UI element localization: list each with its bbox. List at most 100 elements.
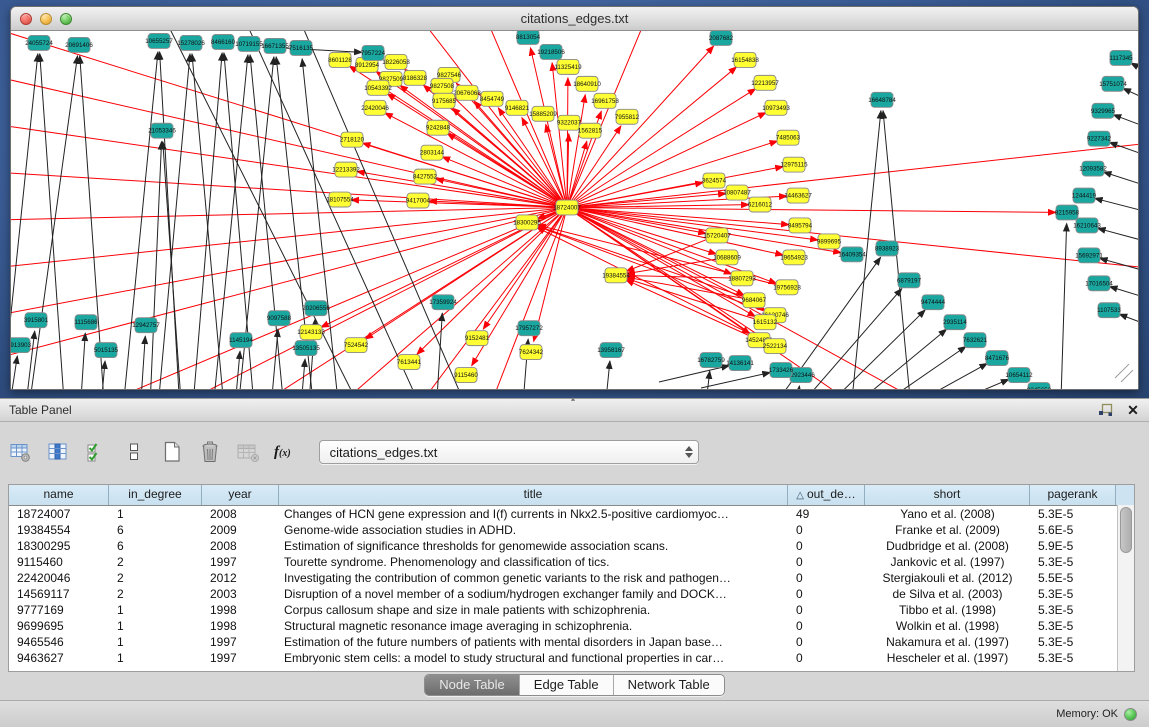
table-cell[interactable]: Nakamura et al. (1997) (865, 634, 1030, 650)
table-cell[interactable]: 2008 (202, 506, 279, 522)
graph-node[interactable]: 1145194 (229, 333, 253, 348)
delete-table-trash-icon[interactable] (198, 440, 222, 464)
table-cell[interactable]: 0 (788, 618, 865, 634)
graph-node[interactable]: 13505135 (292, 341, 320, 356)
graph-node[interactable]: 8495794 (788, 218, 813, 233)
table-cell[interactable]: 9465546 (9, 634, 109, 650)
graph-node[interactable]: 16409354 (838, 247, 866, 262)
table-row[interactable]: 969969511998Structural magnetic resonanc… (9, 618, 1134, 634)
graph-node[interactable]: 6879197 (897, 273, 922, 288)
graph-node[interactable]: 3624574 (702, 173, 727, 188)
graph-node[interactable]: 16210643 (1073, 218, 1101, 233)
table-cell[interactable]: 18724007 (9, 506, 109, 522)
table-cell[interactable]: Changes of HCN gene expression and I(f) … (279, 506, 788, 522)
graph-node[interactable]: 8813054 (516, 31, 541, 44)
network-canvas[interactable]: 1872400719384554183002958601128891295418… (11, 31, 1138, 389)
table-row[interactable]: 1938455462009Genome-wide association stu… (9, 522, 1134, 538)
graph-node[interactable]: 10543392 (364, 80, 392, 95)
table-cell[interactable]: 1 (109, 650, 202, 666)
graph-node[interactable]: 8938923 (875, 241, 900, 256)
graph-node[interactable]: 10654112 (1005, 368, 1033, 383)
graph-node[interactable]: 20691406 (65, 37, 93, 52)
table-cell[interactable]: 1997 (202, 634, 279, 650)
scrollbar-thumb[interactable] (1120, 507, 1132, 553)
graph-node[interactable]: 1913903 (11, 338, 32, 353)
graph-node[interactable]: 9115460 (454, 368, 478, 383)
graph-node[interactable]: 7524542 (344, 338, 369, 353)
column-header-title[interactable]: title (279, 485, 788, 505)
graph-node[interactable]: 7957224 (361, 45, 386, 60)
graph-node[interactable]: 9329965 (1091, 103, 1116, 118)
float-panel-icon[interactable] (1097, 402, 1113, 418)
table-row[interactable]: 1872400712008Changes of HCN gene express… (9, 506, 1134, 522)
graph-node[interactable]: 7485063 (776, 130, 801, 145)
graph-node[interactable]: 9827508 (430, 78, 455, 93)
graph-node[interactable]: 8466160 (211, 34, 236, 49)
table-cell[interactable]: 0 (788, 586, 865, 602)
graph-node[interactable]: 18724007 (553, 200, 581, 215)
table-cell[interactable]: 0 (788, 634, 865, 650)
graph-node[interactable]: 17359924 (429, 295, 457, 310)
function-builder-icon[interactable]: f(x) (274, 444, 291, 461)
table-cell[interactable]: 0 (788, 570, 865, 586)
graph-node[interactable]: 8215958 (1055, 205, 1080, 220)
table-cell[interactable]: 2 (109, 570, 202, 586)
panel-splitter-handle[interactable]: ▴ (567, 396, 579, 401)
graph-node[interactable]: 14136141 (726, 356, 754, 371)
table-cell[interactable]: 9777169 (9, 602, 109, 618)
table-cell[interactable]: 5.3E-5 (1030, 554, 1116, 570)
graph-node[interactable]: 18107554 (326, 192, 354, 207)
graph-node[interactable]: 10719155 (235, 36, 263, 51)
graph-node[interactable]: 12942757 (132, 318, 160, 333)
table-cell[interactable]: 2012 (202, 570, 279, 586)
table-cell[interactable]: 2008 (202, 538, 279, 554)
table-cell[interactable]: 5.9E-5 (1030, 538, 1116, 554)
graph-node[interactable]: 12213957 (751, 75, 779, 90)
table-cell[interactable]: 2003 (202, 586, 279, 602)
graph-node[interactable]: 16961758 (591, 93, 619, 108)
table-cell[interactable]: 0 (788, 554, 865, 570)
table-cell[interactable]: 14569117 (9, 586, 109, 602)
new-table-icon[interactable] (160, 440, 184, 464)
graph-node[interactable]: 10655257 (145, 33, 173, 48)
graph-node[interactable]: 7624342 (519, 345, 544, 360)
graph-node[interactable]: 8454749 (480, 91, 505, 106)
table-cell[interactable]: 5.3E-5 (1030, 634, 1116, 650)
column-header-in_degree[interactable]: in_degree (109, 485, 202, 505)
row-height-icon[interactable] (122, 440, 146, 464)
table-row[interactable]: 911546021997Tourette syndrome. Phenomeno… (9, 554, 1134, 570)
graph-node[interactable]: 15751074 (1099, 76, 1127, 91)
table-cell[interactable]: 2009 (202, 522, 279, 538)
table-cell[interactable]: Disruption of a novel member of a sodium… (279, 586, 788, 602)
table-row[interactable]: 1456911722003Disruption of a novel membe… (9, 586, 1134, 602)
table-cell[interactable]: 5.3E-5 (1030, 602, 1116, 618)
network-window-titlebar[interactable]: citations_edges.txt (11, 7, 1138, 31)
graph-node[interactable]: 7613441 (397, 355, 422, 370)
tab-node-table[interactable]: Node Table (425, 675, 520, 695)
graph-node[interactable]: 7516135 (289, 40, 314, 55)
graph-node[interactable]: 1733426 (769, 363, 794, 378)
graph-node[interactable]: 22420046 (361, 100, 389, 115)
graph-node[interactable]: 18300295 (513, 215, 541, 230)
table-cell[interactable]: Estimation of significance thresholds fo… (279, 538, 788, 554)
graph-node[interactable]: 15692971 (1075, 248, 1103, 263)
graph-node[interactable]: 14463627 (784, 188, 812, 203)
graph-node[interactable]: 1107533 (1097, 303, 1121, 318)
graph-node[interactable]: 8186328 (403, 70, 428, 85)
graph-node[interactable]: 16154838 (731, 52, 759, 67)
table-cell[interactable]: Wolkin et al. (1998) (865, 618, 1030, 634)
graph-node[interactable]: 5015135 (94, 343, 119, 358)
vertical-scrollbar[interactable] (1117, 505, 1134, 671)
table-cell[interactable]: 9699695 (9, 618, 109, 634)
graph-node[interactable]: 12975115 (780, 157, 808, 172)
graph-node[interactable]: 3915801 (24, 313, 49, 328)
table-cell[interactable]: Yano et al. (2008) (865, 506, 1030, 522)
select-columns-checkboxes-icon[interactable] (84, 440, 108, 464)
graph-node[interactable]: 9474444 (921, 295, 946, 310)
table-cell[interactable]: Embryonic stem cells: a model to study s… (279, 650, 788, 666)
graph-node[interactable]: 12143133 (297, 325, 325, 340)
table-cell[interactable]: 18300295 (9, 538, 109, 554)
graph-node[interactable]: 20206556 (302, 301, 330, 316)
graph-node[interactable]: 10807487 (723, 185, 751, 200)
graph-node[interactable]: 7955812 (615, 109, 640, 124)
